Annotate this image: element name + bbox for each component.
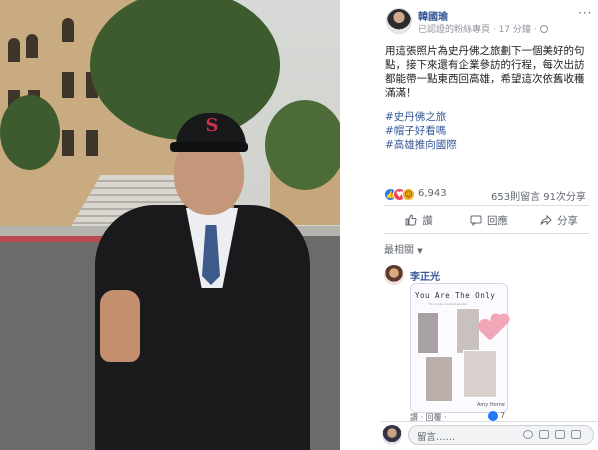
post-text: 用這張照片為史丹佛之旅劃下一個美好的句點，接下來還有企業參訪的行程，每次出訪都能… — [385, 45, 585, 99]
sticker-icon[interactable] — [571, 430, 581, 439]
comment-photo — [425, 356, 453, 402]
user-avatar[interactable] — [382, 425, 402, 445]
photo-window — [26, 34, 38, 58]
photo-thumbs-up — [100, 290, 140, 362]
post-meta: 已認證的粉絲專頁 · 17 分鐘 · — [418, 22, 548, 35]
comment-image-signature: Amy Horne — [477, 402, 505, 408]
comment-input[interactable]: 留言…… — [408, 425, 594, 445]
photo-cap-brim — [170, 142, 248, 152]
comment-icon — [470, 215, 482, 226]
commenter-name[interactable]: 李正光 — [410, 268, 440, 283]
camera-icon[interactable] — [539, 430, 549, 439]
share-count[interactable]: 91次分享 — [543, 192, 586, 203]
like-button[interactable]: 讚 — [384, 208, 454, 232]
caret-down-icon: ▼ — [417, 247, 423, 255]
hashtag-link[interactable]: #史丹佛之旅 — [385, 110, 593, 124]
hashtag-link[interactable]: #高雄推向國際 — [385, 138, 593, 152]
globe-icon — [539, 25, 548, 33]
photo-window — [8, 38, 20, 62]
reaction-count[interactable]: 6,943 — [418, 188, 447, 199]
photo-window — [62, 130, 74, 156]
comment-photo — [456, 308, 480, 354]
share-label: 分享 — [557, 214, 578, 227]
hashtag-link[interactable]: #帽子好看嗎 — [385, 124, 593, 138]
emoji-icon[interactable] — [523, 430, 533, 439]
photo-window — [86, 130, 98, 156]
more-options-icon[interactable]: ··· — [578, 6, 592, 20]
comment-photo — [417, 312, 439, 354]
divider — [384, 205, 589, 206]
comment-image-subtitle: You make me feel special — [429, 302, 468, 306]
comment-image[interactable]: You Are The Only You make me feel specia… — [410, 283, 508, 413]
gif-icon[interactable] — [555, 430, 565, 439]
comment-sort-label: 最相關 — [384, 245, 414, 256]
photo-window — [62, 18, 74, 42]
post-photo[interactable]: S — [0, 0, 340, 450]
photo-window — [62, 72, 74, 98]
post-hashtags: #史丹佛之旅 #帽子好看嗎 #高雄推向國際 — [385, 110, 593, 152]
share-icon — [540, 214, 552, 226]
page-avatar[interactable] — [386, 8, 412, 34]
photo-tree — [265, 100, 340, 190]
share-button[interactable]: 分享 — [524, 208, 594, 232]
photo-tree — [0, 95, 60, 170]
post-stats: 👍 ♥ ☺ 6,943 653則留言 91次分享 — [384, 186, 594, 203]
page-name[interactable]: 韓國瑜 — [418, 8, 448, 23]
comment-composer: 留言…… — [382, 424, 596, 446]
comment-photo — [463, 350, 497, 398]
post-actions: 讚 回應 分享 — [384, 208, 594, 232]
post-meta-text: 已認證的粉絲專頁 · 17 分鐘 · — [418, 25, 537, 35]
comment-button[interactable]: 回應 — [454, 208, 524, 232]
post-header: 韓國瑜 已認證的粉絲專頁 · 17 分鐘 · ··· — [340, 0, 598, 40]
comment-reaction-count[interactable]: 7 — [500, 411, 505, 420]
thumbs-up-icon — [405, 214, 417, 226]
comments-shares-count: 653則留言 91次分享 — [491, 188, 586, 203]
like-reaction-icon — [488, 411, 498, 421]
comment-sort-dropdown[interactable]: 最相關 ▼ — [384, 241, 423, 256]
post-body: 用這張照片為史丹佛之旅劃下一個美好的句點，接下來還有企業參訪的行程，每次出訪都能… — [385, 44, 593, 152]
post-panel: 韓國瑜 已認證的粉絲專頁 · 17 分鐘 · ··· 用這張照片為史丹佛之旅劃下… — [340, 0, 598, 450]
haha-reaction-icon[interactable]: ☺ — [402, 188, 415, 201]
like-label: 讚 — [422, 214, 433, 227]
cap-logo-icon: S — [205, 115, 219, 136]
commenter-avatar[interactable] — [384, 265, 404, 285]
comment-label: 回應 — [487, 214, 508, 227]
comment-count[interactable]: 653則留言 — [491, 192, 540, 203]
comment-image-title: You Are The Only — [415, 291, 496, 300]
divider — [384, 233, 589, 234]
divider — [380, 421, 598, 422]
